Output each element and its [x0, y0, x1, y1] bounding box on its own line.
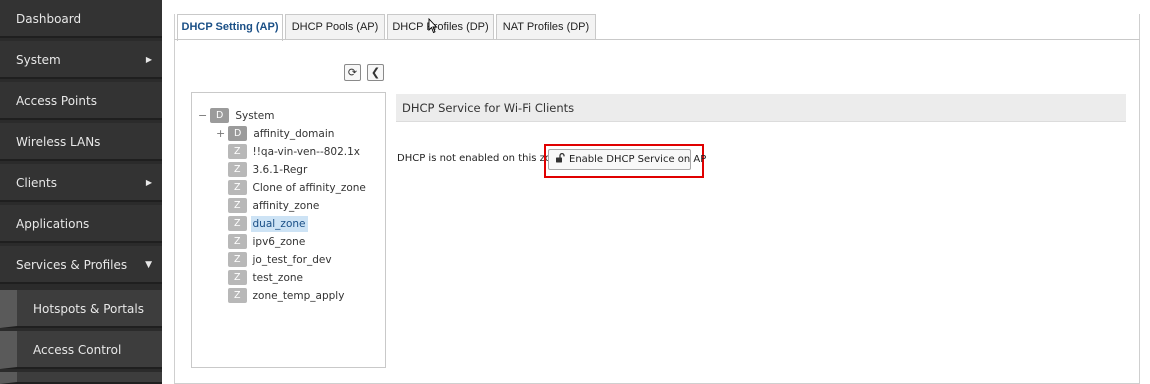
nav-wireless-lans-label: Wireless LANs: [16, 135, 101, 149]
zone-badge: Z: [228, 162, 247, 177]
nav-applications[interactable]: Applications: [0, 205, 162, 243]
nav-next-item[interactable]: [0, 372, 162, 384]
tree-node-zone[interactable]: Z Clone of affinity_zone: [228, 180, 368, 196]
tab-dhcp-pools-ap-label: DHCP Pools (AP): [291, 21, 379, 33]
zone-badge: Z: [228, 288, 247, 303]
tree-node-zone[interactable]: Z 3.6.1-Regr: [228, 162, 309, 178]
tree-node-label: 3.6.1-Regr: [252, 164, 308, 176]
refresh-icon: ⟳: [347, 66, 358, 79]
tree-node-zone[interactable]: Zjo_test_for_dev: [228, 252, 334, 268]
nav-dashboard[interactable]: Dashboard: [0, 0, 162, 38]
tree-node-label: dual_zone: [250, 216, 308, 232]
tree-node-label: affinity_zone: [252, 200, 320, 212]
tree-node-zone[interactable]: Ztest_zone: [228, 270, 305, 286]
tree-node-label: ipv6_zone: [252, 236, 306, 248]
tree-node-label: test_zone: [252, 272, 303, 284]
tree-node-label: affinity_domain: [253, 128, 335, 140]
tab-dhcp-profiles-dp[interactable]: DHCP Profiles (DP): [387, 14, 494, 40]
zone-badge: Z: [228, 234, 247, 249]
section-title: DHCP Service for Wi-Fi Clients: [402, 101, 575, 115]
tree-node-label: !!qa-vin-ven--802.1x: [252, 146, 361, 158]
refresh-button[interactable]: ⟳: [344, 64, 361, 81]
zone-badge: Z: [228, 144, 247, 159]
enable-dhcp-button-label: Enable DHCP Service on AP: [569, 154, 707, 165]
nav-wireless-lans[interactable]: Wireless LANs: [0, 123, 162, 161]
zone-tree-panel: − D System + Daffinity_domain Z !!qa-vin-ven…: [191, 92, 386, 368]
zone-badge: Z: [228, 216, 247, 231]
zone-badge: Z: [228, 252, 247, 267]
tree-node-label: jo_test_for_dev: [252, 254, 332, 266]
tree-node-affinity-domain[interactable]: + Daffinity_domain: [216, 126, 336, 142]
tree-node-label: Clone of affinity_zone: [252, 182, 366, 194]
nav-system[interactable]: System ▶: [0, 41, 162, 79]
tab-divider: [174, 39, 1140, 40]
nav-services-profiles[interactable]: Services & Profiles ▼: [0, 246, 162, 284]
nav-dashboard-label: Dashboard: [16, 12, 82, 26]
tree-node-zone[interactable]: Zzone_temp_apply: [228, 288, 346, 304]
mouse-cursor-icon: [428, 18, 438, 34]
tree-node-label: zone_temp_apply: [252, 290, 345, 302]
tree-node-zone[interactable]: Zipv6_zone: [228, 234, 307, 250]
zone-badge: Z: [228, 180, 247, 195]
arrow-right-icon: ▶: [145, 55, 152, 64]
collapse-tree-button[interactable]: ❮: [367, 64, 384, 81]
tab-dhcp-profiles-dp-label: DHCP Profiles (DP): [392, 21, 489, 33]
arrow-down-icon: ▼: [145, 260, 152, 270]
collapse-icon[interactable]: −: [198, 108, 210, 124]
tree-node-label: System: [235, 110, 275, 122]
tree-node-system[interactable]: − D System: [198, 108, 276, 124]
nav-hotspots-portals[interactable]: Hotspots & Portals: [0, 290, 162, 328]
nav-access-points[interactable]: Access Points: [0, 82, 162, 120]
sidebar: Dashboard System ▶ Access Points Wireless…: [0, 0, 162, 384]
domain-badge: D: [210, 108, 230, 123]
expand-icon[interactable]: +: [216, 126, 228, 142]
tab-nat-profiles-dp[interactable]: NAT Profiles (DP): [496, 14, 596, 40]
tree-node-zone[interactable]: Z !!qa-vin-ven--802.1x: [228, 144, 362, 160]
tab-dhcp-setting-ap[interactable]: DHCP Setting (AP): [177, 14, 283, 41]
nav-clients[interactable]: Clients ▶: [0, 164, 162, 202]
nav-access-control-label: Access Control: [33, 343, 122, 357]
domain-badge: D: [228, 126, 248, 141]
nav-applications-label: Applications: [16, 217, 90, 231]
nav-access-points-label: Access Points: [16, 94, 97, 108]
enable-dhcp-button[interactable]: Enable DHCP Service on AP: [548, 149, 706, 170]
nav-clients-label: Clients: [16, 176, 57, 190]
zone-badge: Z: [228, 198, 247, 213]
zone-badge: Z: [228, 270, 247, 285]
arrow-right-icon: ▶: [145, 178, 152, 187]
lock-open-icon: [555, 150, 569, 169]
chevron-left-icon: ❮: [370, 66, 381, 79]
tree-node-zone-selected[interactable]: Zdual_zone: [228, 216, 308, 232]
section-header: DHCP Service for Wi-Fi Clients: [396, 94, 1126, 122]
nav-services-profiles-label: Services & Profiles: [16, 258, 128, 272]
tab-dhcp-pools-ap[interactable]: DHCP Pools (AP): [285, 14, 385, 40]
nav-hotspots-portals-label: Hotspots & Portals: [33, 302, 144, 316]
tab-dhcp-setting-ap-label: DHCP Setting (AP): [181, 21, 279, 33]
dhcp-status-message: DHCP is not enabled on this zone.: [397, 153, 567, 164]
nav-access-control[interactable]: Access Control: [0, 331, 162, 369]
tree-node-zone[interactable]: Zaffinity_zone: [228, 198, 321, 214]
tab-nat-profiles-dp-label: NAT Profiles (DP): [502, 21, 590, 33]
nav-system-label: System: [16, 53, 61, 67]
